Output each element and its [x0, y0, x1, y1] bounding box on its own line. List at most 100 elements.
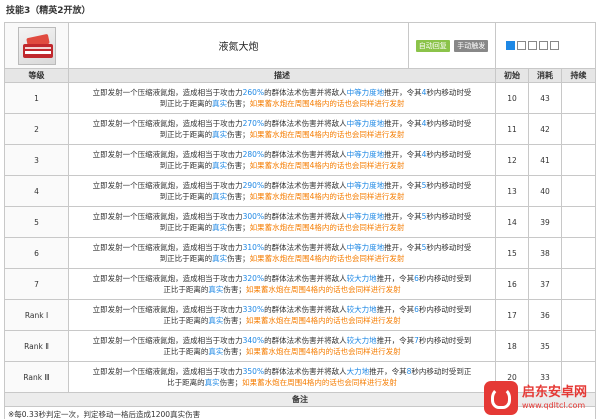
desc-text: 推开，令其 — [384, 119, 422, 128]
desc-text: 立即发射一个压缩液氮炮，造成相当于攻击力 — [92, 119, 243, 128]
desc-true-damage: 真实 — [212, 223, 228, 232]
col-duration: 持续 — [561, 68, 596, 83]
desc-text: 到正比于距离的 — [159, 161, 213, 170]
desc-text: 秒内移动时受到 — [418, 305, 472, 314]
desc-text: 的群体法术伤害并将敌人 — [264, 119, 347, 128]
desc-force: 较大力地 — [346, 336, 377, 345]
desc-force: 中等力度地 — [346, 150, 385, 159]
desc-text: 的群体法术伤害并将敌人 — [264, 212, 347, 221]
table-row: 1 立即发射一个压缩液氮炮，造成相当于攻击力260%的群体法术伤害并将敌人中等力度… — [4, 82, 596, 114]
desc-text: 伤害； — [219, 378, 243, 387]
desc-text: 伤害； — [227, 223, 250, 232]
row-description: 立即发射一个压缩液氮炮，造成相当于攻击力270%的群体法术伤害并将敌人中等力度地… — [68, 113, 496, 145]
desc-text: 到正比于距离的 — [159, 192, 213, 201]
row-level: Rank Ⅱ — [4, 330, 69, 362]
desc-text: 的群体法术伤害并将敌人 — [264, 181, 347, 190]
row-cost: 42 — [528, 113, 562, 145]
desc-condition: 如果蓄水炮在周围4格内的话也会同样进行发射 — [249, 254, 405, 263]
desc-percent: 330% — [242, 305, 265, 314]
row-level: 6 — [4, 237, 69, 269]
desc-text: 比于距离的 — [167, 378, 205, 387]
desc-true-damage: 真实 — [212, 130, 228, 139]
row-initial: 13 — [495, 175, 529, 207]
desc-text: 到正比于距离的 — [159, 223, 213, 232]
row-initial: 15 — [495, 237, 529, 269]
desc-text: 秒内移动时受 — [426, 181, 472, 190]
desc-percent: 290% — [242, 181, 265, 190]
row-duration — [561, 330, 596, 362]
desc-text: 立即发射一个压缩液氮炮，造成相当于攻击力 — [92, 305, 243, 314]
section-title: 技能3（精英2开放） — [6, 6, 91, 16]
desc-force: 中等力度地 — [346, 119, 385, 128]
sp-box-5 — [550, 41, 559, 50]
row-initial: 10 — [495, 82, 529, 114]
sp-box-3 — [528, 41, 537, 50]
sp-box-1 — [506, 41, 515, 50]
desc-condition: 如果蓄水炮在周围4格内的话也会同样进行发射 — [249, 192, 405, 201]
desc-percent: 350% — [242, 367, 265, 376]
desc-text: 推开，令其 — [369, 367, 407, 376]
row-description: 立即发射一个压缩液氮炮，造成相当于攻击力260%的群体法术伤害并将敌人中等力度地… — [68, 82, 496, 114]
watermark-name: 启东安卓网 — [522, 385, 588, 400]
row-initial: 14 — [495, 206, 529, 238]
desc-text: 到正比于距离的 — [159, 254, 213, 263]
skill-name: 液氮大炮 — [68, 22, 409, 69]
table-row: Rank Ⅰ 立即发射一个压缩液氮炮，造成相当于攻击力330%的群体法术伤害并将敌… — [4, 299, 596, 331]
desc-text: 立即发射一个压缩液氮炮，造成相当于攻击力 — [92, 212, 243, 221]
desc-text: 秒内移动时受 — [426, 212, 472, 221]
row-description: 立即发射一个压缩液氮炮，造成相当于攻击力320%的群体法术伤害并将敌人较大力地推… — [68, 268, 496, 300]
sp-box-4 — [539, 41, 548, 50]
desc-text: 的群体法术伤害并将敌人 — [264, 367, 347, 376]
row-initial: 18 — [495, 330, 529, 362]
skill-header-row: 液氮大炮 自动回复 手动触发 — [4, 22, 596, 69]
desc-text: 秒内移动时受 — [426, 150, 472, 159]
desc-condition: 如果蓄水炮在周围4格内的话也会同样进行发射 — [245, 347, 401, 356]
desc-force: 较大力地 — [346, 305, 377, 314]
col-initial: 初始 — [495, 68, 529, 83]
skill-icon-cell — [4, 22, 69, 69]
desc-text: 秒内移动时受 — [426, 88, 472, 97]
desc-percent: 260% — [242, 88, 265, 97]
desc-text: 伤害； — [223, 347, 246, 356]
row-cost: 39 — [528, 206, 562, 238]
row-description: 立即发射一个压缩液氮炮，造成相当于攻击力310%的群体法术伤害并将敌人中等力度地… — [68, 237, 496, 269]
desc-true-damage: 真实 — [212, 99, 228, 108]
desc-text: 立即发射一个压缩液氮炮，造成相当于攻击力 — [92, 88, 243, 97]
row-level: 1 — [4, 82, 69, 114]
desc-true-damage: 真实 — [212, 254, 228, 263]
desc-text: 的群体法术伤害并将敌人 — [264, 305, 347, 314]
row-cost: 37 — [528, 268, 562, 300]
desc-text: 伤害； — [227, 254, 250, 263]
watermark: 启东安卓网 www.qdltcl.com — [484, 379, 596, 417]
row-level: 5 — [4, 206, 69, 238]
column-header-row: 等级 描述 初始 消耗 持续 — [4, 68, 596, 83]
desc-text: 正比于距离的 — [163, 347, 209, 356]
desc-condition: 如果蓄水炮在周围4格内的话也会同样进行发射 — [242, 378, 397, 387]
tag-manual-trigger: 手动触发 — [454, 39, 489, 52]
row-initial: 17 — [495, 299, 529, 331]
desc-true-damage: 真实 — [208, 285, 224, 294]
desc-text: 立即发射一个压缩液氮炮，造成相当于攻击力 — [92, 181, 243, 190]
desc-force: 中等力度地 — [346, 181, 385, 190]
row-level: 3 — [4, 144, 69, 176]
desc-force: 较大力地 — [346, 274, 377, 283]
desc-text: 伤害； — [227, 130, 250, 139]
desc-text: 推开，令其 — [376, 274, 415, 283]
row-level: 4 — [4, 175, 69, 207]
row-duration — [561, 113, 596, 145]
row-duration — [561, 175, 596, 207]
row-initial: 16 — [495, 268, 529, 300]
row-cost: 35 — [528, 330, 562, 362]
desc-text: 到正比于距离的 — [159, 130, 213, 139]
row-duration — [561, 299, 596, 331]
table-row: Rank Ⅱ 立即发射一个压缩液氮炮，造成相当于攻击力340%的群体法术伤害并将敌… — [4, 330, 596, 362]
desc-text: 推开，令其 — [384, 88, 422, 97]
desc-percent: 320% — [242, 274, 265, 283]
row-cost: 43 — [528, 82, 562, 114]
desc-text: 秒内移动时受到 — [418, 336, 472, 345]
desc-force: 中等力度地 — [346, 212, 385, 221]
col-level: 等级 — [4, 68, 69, 83]
desc-true-damage: 真实 — [204, 378, 220, 387]
desc-condition: 如果蓄水炮在周围4格内的话也会同样进行发射 — [249, 130, 405, 139]
desc-text: 立即发射一个压缩液氮炮，造成相当于攻击力 — [92, 274, 243, 283]
